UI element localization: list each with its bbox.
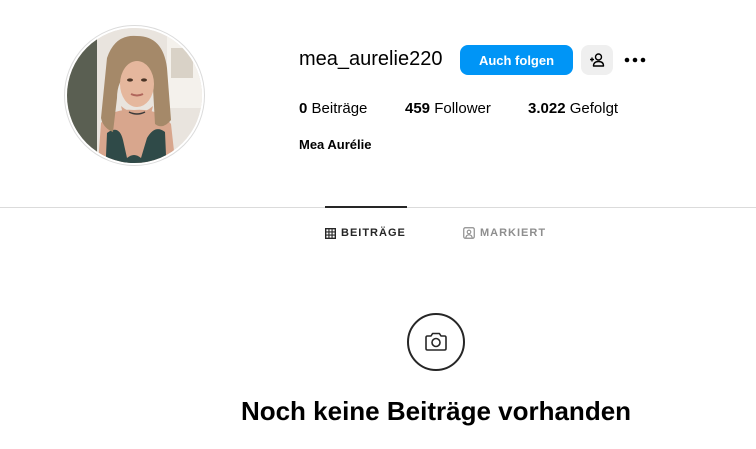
stat-label: Gefolgt: [569, 100, 619, 117]
avatar[interactable]: [64, 25, 205, 166]
camera-icon: [424, 332, 448, 352]
tagged-icon: [463, 227, 475, 239]
profile-photo: [67, 28, 202, 163]
username: mea_aurelie220: [299, 48, 443, 70]
empty-state-camera: [407, 313, 465, 371]
tab-tagged[interactable]: MARKIERT: [463, 226, 546, 240]
following-count[interactable]: 3.022 Gefolgt: [528, 100, 618, 117]
person-add-icon: [589, 52, 605, 68]
tab-label: BEITRÄGE: [341, 227, 406, 239]
follow-back-button[interactable]: Auch folgen: [460, 45, 573, 75]
empty-state-title: Noch keine Beiträge vorhanden: [0, 396, 756, 427]
more-options-icon: [624, 57, 646, 63]
grid-icon: [325, 227, 336, 239]
more-options-button[interactable]: [622, 49, 648, 71]
stat-count: 0: [299, 100, 308, 117]
empty-state-title-text: Noch keine Beiträge vorhanden: [240, 396, 632, 426]
stat-label: Beiträge: [311, 100, 368, 117]
full-name: Mea Aurélie: [299, 137, 372, 152]
suggested-accounts-button[interactable]: [581, 45, 613, 75]
active-tab-indicator: [325, 206, 407, 208]
tab-posts[interactable]: BEITRÄGE: [325, 226, 406, 240]
profile-photo-image: [67, 28, 202, 163]
stat-label: Follower: [434, 100, 491, 117]
stat-count: 459: [405, 100, 431, 117]
followers-count[interactable]: 459 Follower: [405, 100, 491, 117]
stat-count: 3.022: [528, 100, 566, 117]
posts-count: 0 Beiträge: [299, 100, 367, 117]
tab-label: MARKIERT: [480, 227, 547, 239]
